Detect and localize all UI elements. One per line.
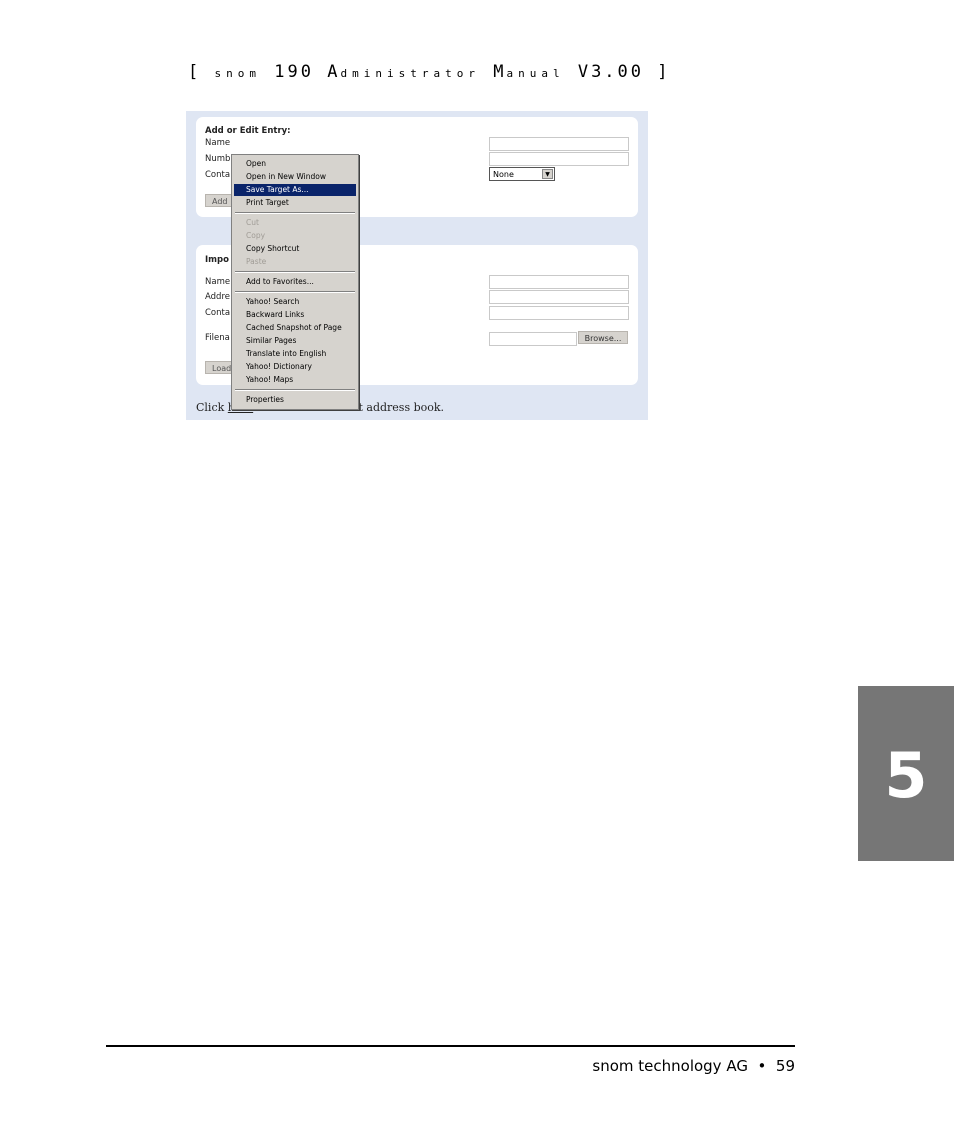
name-label: Name <box>205 138 231 148</box>
menu-item-open-new-window[interactable]: Open in New Window <box>234 171 356 183</box>
header-bracket-close: ] <box>657 62 671 82</box>
import-address-label: Addre <box>205 292 230 302</box>
footnote-text-start: Click <box>196 401 228 414</box>
menu-item-properties[interactable]: Properties <box>234 394 356 406</box>
contact-select[interactable]: None ▼ <box>489 167 555 181</box>
number-input[interactable] <box>489 152 629 166</box>
menu-item-save-target-as[interactable]: Save Target As... <box>234 184 356 196</box>
chapter-tab: 5 <box>858 686 954 861</box>
import-heading: Impo <box>205 255 229 265</box>
menu-separator <box>235 389 355 391</box>
menu-item-copy: Copy <box>246 231 266 240</box>
menu-item-copy-shortcut[interactable]: Copy Shortcut <box>234 243 356 255</box>
menu-item-cut: Cut <box>246 218 259 227</box>
header-brand: snom <box>214 67 261 80</box>
menu-item-cached-snapshot[interactable]: Cached Snapshot of Page <box>234 322 356 334</box>
chapter-number: 5 <box>884 739 928 812</box>
footer-company: snom technology AG <box>592 1057 748 1075</box>
browse-button[interactable]: Browse... <box>578 331 628 344</box>
header-title-a-rest: dministrator <box>340 67 480 80</box>
menu-separator <box>235 291 355 293</box>
menu-item-yahoo-search[interactable]: Yahoo! Search <box>234 296 356 308</box>
contact-select-value: None <box>493 170 514 179</box>
header-bracket-open: [ <box>188 62 202 82</box>
page-header: [ snom 190 Administrator Manual V3.00 ] <box>188 62 671 82</box>
import-address-input[interactable] <box>489 290 629 304</box>
header-title-a-initial: A <box>327 62 341 82</box>
menu-item-translate[interactable]: Translate into English <box>234 348 356 360</box>
menu-item-yahoo-dictionary[interactable]: Yahoo! Dictionary <box>234 361 356 373</box>
add-edit-heading: Add or Edit Entry: <box>205 126 291 136</box>
import-name-label: Name <box>205 277 231 287</box>
menu-item-backward-links[interactable]: Backward Links <box>234 309 356 321</box>
menu-item-add-to-favorites[interactable]: Add to Favorites... <box>234 276 356 288</box>
page-number: 59 <box>775 1057 795 1075</box>
import-contact-label: Conta <box>205 308 231 318</box>
menu-item-yahoo-maps[interactable]: Yahoo! Maps <box>234 374 356 386</box>
menu-item-print-target[interactable]: Print Target <box>234 197 356 209</box>
import-contact-input[interactable] <box>489 306 629 320</box>
header-model: 190 <box>274 62 314 82</box>
menu-item-paste: Paste <box>246 257 267 266</box>
header-version: V3.00 <box>577 62 645 82</box>
header-title-m-rest: anual <box>506 67 565 80</box>
chevron-down-icon[interactable]: ▼ <box>542 169 553 179</box>
name-input[interactable] <box>489 137 629 151</box>
contact-label: Conta <box>205 170 231 180</box>
number-label: Numb <box>205 154 231 164</box>
filename-label: Filena <box>205 333 230 343</box>
menu-separator <box>235 271 355 273</box>
header-title-m-initial: M <box>493 62 507 82</box>
footer-rule <box>106 1045 795 1047</box>
filename-input[interactable] <box>489 332 577 346</box>
context-menu: Open Open in New Window Save Target As..… <box>231 154 359 410</box>
menu-item-open[interactable]: Open <box>234 158 356 170</box>
menu-separator <box>235 212 355 214</box>
menu-item-similar-pages[interactable]: Similar Pages <box>234 335 356 347</box>
footer-bullet: • <box>757 1057 767 1075</box>
import-name-input[interactable] <box>489 275 629 289</box>
embedded-screenshot: Add or Edit Entry: Name Numb Conta None … <box>186 111 648 420</box>
page-footer: snom technology AG • 59 <box>592 1057 795 1075</box>
